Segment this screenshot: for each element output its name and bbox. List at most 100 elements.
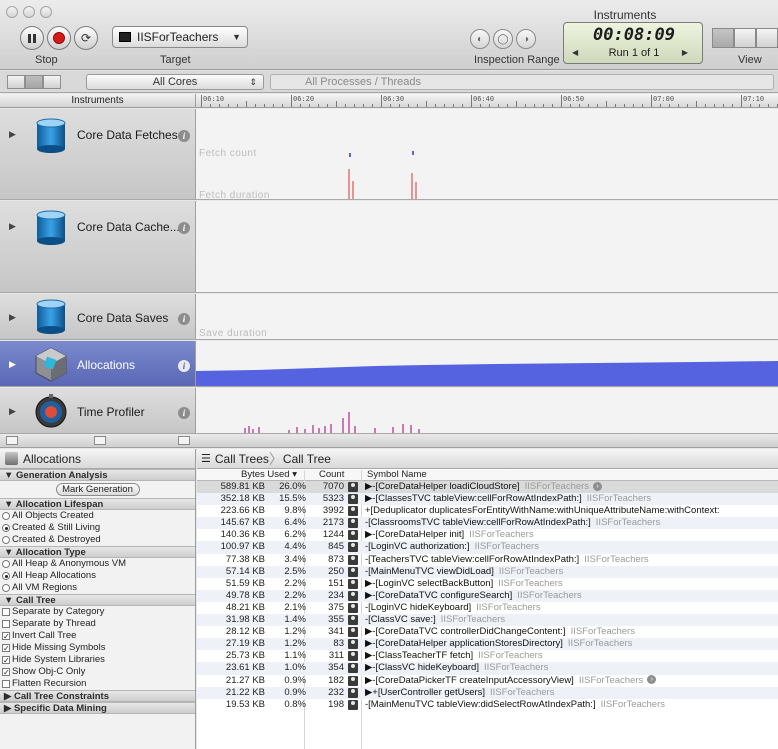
type-option[interactable]: All VM Regions <box>0 582 195 594</box>
table-row[interactable]: 28.12 KB 1.2% 341 ▶-[CoreDataTVC controller… <box>197 626 778 638</box>
info-icon[interactable]: i <box>178 360 190 372</box>
instrument-track[interactable]: Save duration <box>196 294 778 339</box>
radio-button[interactable] <box>2 584 10 592</box>
range-end-button[interactable]: ◑ <box>516 29 536 49</box>
section-header[interactable]: ▼ Generation Analysis <box>0 469 195 481</box>
instrument-header[interactable]: ▶ Allocations i <box>0 341 196 386</box>
section-header[interactable]: ▼ Allocation Lifespan <box>0 498 195 510</box>
track-mode-3[interactable] <box>43 75 61 89</box>
table-row[interactable]: 100.97 KB 4.4% 845 -[LoginVC authorization:… <box>197 541 778 554</box>
minimize-window-button[interactable] <box>23 6 35 18</box>
toggle-bottom-pane-icon[interactable] <box>94 436 106 445</box>
column-header-symbol[interactable]: Symbol Name <box>367 470 427 480</box>
section-header[interactable]: ▶ Call Tree Constraints <box>0 690 195 702</box>
instrument-header[interactable]: ▶ Core Data Saves i <box>0 294 196 339</box>
cores-popup[interactable]: All Cores ⇕ <box>86 74 264 90</box>
disclosure-triangle-icon[interactable]: ▶ <box>9 312 16 323</box>
view-extended-toggle[interactable] <box>756 28 778 48</box>
track-mode-2[interactable] <box>25 75 43 89</box>
radio-button[interactable] <box>2 572 10 580</box>
type-option[interactable]: All Heap Allocations <box>0 570 195 582</box>
breadcrumb-item[interactable]: Call Tree <box>283 452 331 466</box>
time-ruler[interactable]: 06:10 06:20 06:30 06:40 06:50 07:00 07:10 <box>196 94 778 108</box>
table-row[interactable]: 140.36 KB 6.2% 1244 ▶-[CoreDataHelper init]… <box>197 529 778 541</box>
checkbox-checked[interactable]: ✓ <box>2 656 10 665</box>
table-row[interactable]: 21.27 KB 0.9% 182 ▶-[CoreDataPickerTF creat… <box>197 675 778 687</box>
checkbox[interactable] <box>2 608 10 616</box>
table-row[interactable]: 48.21 KB 2.1% 375 -[LoginVC hideKeyboard] II… <box>197 602 778 614</box>
instrument-row-time-profiler[interactable]: ▶ Time Profiler i <box>0 388 778 434</box>
instrument-row-core-data-saves[interactable]: ▶ Core Data Saves i Save duration <box>0 294 778 340</box>
info-icon[interactable]: i <box>178 222 190 234</box>
info-icon[interactable]: i <box>178 130 190 142</box>
checkbox-checked[interactable]: ✓ <box>2 668 10 677</box>
table-row[interactable]: 589.81 KB 26.0% 7070 ▶-[CoreDataHelper load… <box>197 481 778 494</box>
zoom-window-button[interactable] <box>40 6 52 18</box>
instrument-row-core-data-cache[interactable]: ▶ Core Data Cache... i <box>0 201 778 293</box>
focus-arrow-icon[interactable]: › <box>647 675 657 685</box>
lifespan-option[interactable]: Created & Destroyed <box>0 534 195 546</box>
mark-generation-button[interactable]: Mark Generation <box>55 483 140 496</box>
calltree-option[interactable]: ✓ Hide System Libraries <box>0 654 195 666</box>
table-row[interactable]: 223.66 KB 9.8% 3992 +[Deduplicator duplicat… <box>197 505 778 517</box>
column-header-bytes[interactable]: Bytes Used ▾ <box>241 470 297 480</box>
pause-button[interactable] <box>20 26 44 50</box>
range-start-button[interactable]: ◐ <box>470 29 490 49</box>
instrument-row-allocations[interactable]: ▶ Allocations i <box>0 341 778 387</box>
table-row[interactable]: 49.78 KB 2.2% 234 ▶-[CoreDataTVC configureS… <box>197 589 778 602</box>
checkbox[interactable] <box>2 680 10 688</box>
table-row[interactable]: 31.98 KB 1.4% 355 -[ClassVC save:] IISForTea… <box>197 614 778 627</box>
section-header[interactable]: ▶ Specific Data Mining <box>0 702 195 714</box>
disclosure-triangle-icon[interactable]: ▶ <box>9 406 16 417</box>
table-row[interactable]: 21.22 KB 0.9% 232 ▶+[UserController getUser… <box>197 686 778 699</box>
radio-button[interactable] <box>2 536 10 544</box>
view-detail-toggle[interactable] <box>734 28 756 48</box>
table-row[interactable]: 57.14 KB 2.5% 250 -[MainMenuTVC viewDidLoad… <box>197 565 778 578</box>
close-window-button[interactable] <box>6 6 18 18</box>
disclosure-triangle-icon[interactable]: ▶ <box>9 129 16 140</box>
record-button[interactable] <box>47 26 71 50</box>
lifespan-option[interactable]: All Objects Created <box>0 510 195 522</box>
view-instruments-toggle[interactable] <box>712 28 734 48</box>
column-header-count[interactable]: Count <box>319 470 344 480</box>
calltree-option[interactable]: ✓ Invert Call Tree <box>0 630 195 642</box>
info-icon[interactable]: i <box>178 407 190 419</box>
table-row[interactable]: 77.38 KB 3.4% 873 -[TeachersTVC tableView:c… <box>197 554 778 566</box>
table-row[interactable]: 51.59 KB 2.2% 151 ▶-[LoginVC selectBackButt… <box>197 578 778 590</box>
section-header[interactable]: ▼ Call Tree <box>0 594 195 606</box>
radio-button[interactable] <box>2 524 10 532</box>
section-header[interactable]: ▼ Allocation Type <box>0 546 195 558</box>
instrument-track[interactable] <box>196 201 778 292</box>
focus-arrow-icon[interactable]: › <box>593 481 603 491</box>
target-popup[interactable]: IISForTeachers ▼ <box>112 26 248 48</box>
type-option[interactable]: All Heap & Anonymous VM <box>0 558 195 570</box>
calltree-option[interactable]: Flatten Recursion <box>0 678 195 690</box>
table-row[interactable]: 145.67 KB 6.4% 2173 -[ClassroomsTVC tableVi… <box>197 517 778 530</box>
table-row[interactable]: 19.53 KB 0.8% 198 -[MainMenuTVC tableView:d… <box>197 699 778 711</box>
track-mode-1[interactable] <box>7 75 25 89</box>
toggle-right-pane-icon[interactable] <box>178 436 190 445</box>
table-row[interactable]: 23.61 KB 1.0% 354 ▶-[ClassVC hideKeyboard] I… <box>197 662 778 675</box>
loop-button[interactable]: ⟳ <box>74 26 98 50</box>
info-icon[interactable]: i <box>178 313 190 325</box>
instrument-header[interactable]: ▶ Core Data Fetches i <box>0 109 196 199</box>
disclosure-triangle-icon[interactable]: ▶ <box>9 221 16 232</box>
range-clear-button[interactable]: ◯ <box>493 29 513 49</box>
breadcrumb-item[interactable]: Call Trees <box>215 452 269 466</box>
calltree-option[interactable]: ✓ Hide Missing Symbols <box>0 642 195 654</box>
table-row[interactable]: 25.73 KB 1.1% 311 ▶-[ClassTeacherTF fetch] I… <box>197 650 778 662</box>
toggle-left-pane-icon[interactable] <box>6 436 18 445</box>
calltree-option[interactable]: Separate by Category <box>0 606 195 618</box>
radio-button[interactable] <box>2 560 10 568</box>
instrument-track[interactable] <box>196 341 778 386</box>
next-run-icon[interactable]: ▶ <box>682 48 688 57</box>
instrument-header[interactable]: ▶ Time Profiler i <box>0 388 196 433</box>
instrument-row-core-data-fetches[interactable]: ▶ Core Data Fetches i Fetch count Fetch … <box>0 109 778 200</box>
checkbox-checked[interactable]: ✓ <box>2 632 10 641</box>
disclosure-triangle-icon[interactable]: ▶ <box>9 359 16 370</box>
instrument-header[interactable]: ▶ Core Data Cache... i <box>0 201 196 292</box>
process-thread-popup[interactable]: All Processes / Threads <box>270 74 774 90</box>
lifespan-option[interactable]: Created & Still Living <box>0 522 195 534</box>
instrument-track[interactable] <box>196 388 778 433</box>
table-row[interactable]: 352.18 KB 15.5% 5323 ▶-[ClassesTVC tableVie… <box>197 493 778 506</box>
